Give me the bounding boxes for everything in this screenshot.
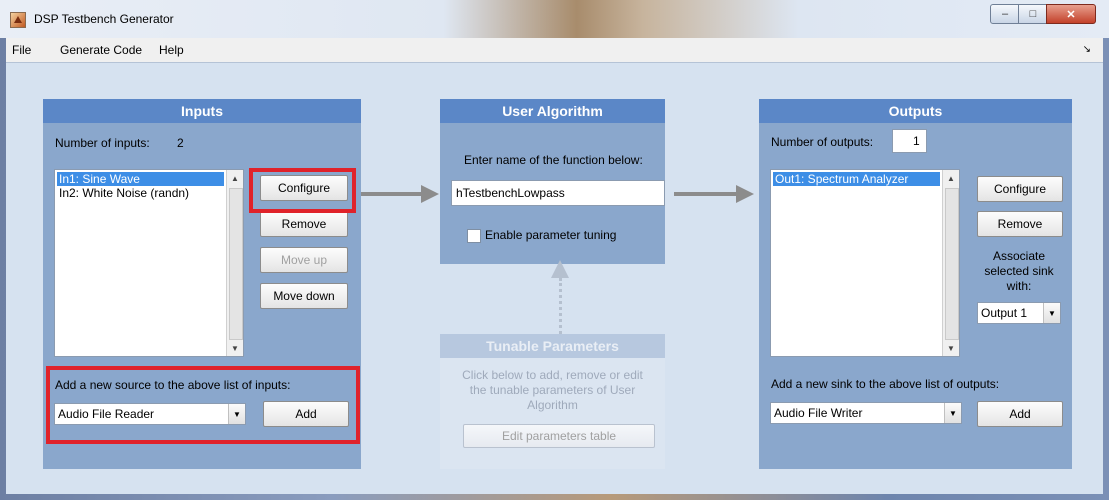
move-down-button[interactable]: Move down — [260, 283, 348, 309]
minimize-icon: – — [1001, 8, 1009, 20]
tuning-checkbox-label: Enable parameter tuning — [485, 228, 617, 242]
title-bar: DSP Testbench Generator – □ ✕ — [0, 0, 1109, 38]
menu-help[interactable]: Help — [159, 43, 184, 57]
flow-arrow-line — [361, 192, 423, 196]
outputs-remove-button[interactable]: Remove — [977, 211, 1063, 237]
list-item[interactable]: In2: White Noise (randn) — [57, 186, 189, 200]
tunable-panel: Tunable Parameters Click below to add, r… — [440, 334, 665, 469]
menu-bar: File Generate Code Help ↘ — [6, 38, 1103, 63]
flow-arrow-line — [674, 192, 738, 196]
chevron-down-icon[interactable]: ▼ — [1043, 303, 1060, 323]
sink-type-value: Audio File Writer — [774, 406, 863, 420]
close-icon: ✕ — [1066, 8, 1076, 21]
inputs-count-label: Number of inputs: — [55, 136, 150, 150]
output-select[interactable]: Output 1 ▼ — [977, 302, 1061, 324]
algorithm-prompt: Enter name of the function below: — [464, 153, 643, 167]
algorithm-panel: User Algorithm Enter name of the functio… — [440, 99, 665, 264]
list-item[interactable]: Out1: Spectrum Analyzer — [773, 172, 940, 186]
outputs-add-label: Add a new sink to the above list of outp… — [771, 377, 1000, 391]
associate-label-line: with: — [1006, 279, 1032, 293]
menu-overflow-icon[interactable]: ↘ — [1083, 44, 1091, 55]
move-up-button[interactable]: Move up — [260, 247, 348, 273]
maximize-icon: □ — [1029, 8, 1037, 20]
window-title: DSP Testbench Generator — [34, 12, 174, 26]
outputs-count-label: Number of outputs: — [771, 135, 874, 149]
outputs-list[interactable]: Out1: Spectrum Analyzer ▲ ▼ — [770, 169, 960, 357]
function-name-input[interactable]: hTestbenchLowpass — [451, 180, 665, 206]
outputs-count-field[interactable]: 1 — [892, 129, 927, 153]
dotted-connector — [559, 278, 562, 334]
outputs-scrollbar[interactable]: ▲ ▼ — [942, 170, 959, 356]
arrow-up-icon — [551, 260, 569, 278]
tunable-header: Tunable Parameters — [440, 334, 665, 358]
associate-label-line: selected sink — [984, 264, 1054, 278]
add-source-highlight — [46, 366, 360, 444]
menu-file[interactable]: File — [12, 43, 31, 57]
function-name-value: hTestbenchLowpass — [456, 186, 565, 200]
outputs-add-button[interactable]: Add — [977, 401, 1063, 427]
inputs-header: Inputs — [43, 99, 361, 123]
associate-label-line: Associate — [992, 249, 1046, 263]
output-select-value: Output 1 — [981, 306, 1028, 320]
inputs-list[interactable]: In1: Sine Wave In2: White Noise (randn) … — [54, 169, 244, 357]
configure-highlight — [249, 168, 356, 213]
scroll-down-icon[interactable]: ▼ — [943, 340, 959, 356]
scroll-up-icon[interactable]: ▲ — [943, 170, 959, 186]
inputs-scrollbar[interactable]: ▲ ▼ — [226, 170, 243, 356]
scroll-thumb[interactable] — [945, 188, 959, 340]
menu-generate-code[interactable]: Generate Code — [60, 43, 142, 57]
scroll-up-icon[interactable]: ▲ — [227, 170, 243, 186]
tunable-description-line: the tunable parameters of User — [469, 383, 636, 397]
matlab-icon — [10, 12, 26, 28]
outputs-header: Outputs — [759, 99, 1072, 123]
maximize-button[interactable]: □ — [1018, 4, 1048, 24]
sink-type-select[interactable]: Audio File Writer ▼ — [770, 402, 962, 424]
inputs-count-value: 2 — [177, 136, 184, 150]
app-window: DSP Testbench Generator – □ ✕ File Gener… — [0, 0, 1109, 500]
edit-parameters-button[interactable]: Edit parameters table — [463, 424, 655, 448]
outputs-count-value: 1 — [913, 134, 920, 148]
arrow-right-icon — [421, 185, 439, 203]
tunable-description-line: Click below to add, remove or edit — [462, 368, 643, 382]
close-button[interactable]: ✕ — [1046, 4, 1096, 24]
list-item[interactable]: In1: Sine Wave — [57, 172, 224, 186]
inputs-remove-button[interactable]: Remove — [260, 211, 348, 237]
outputs-panel: Outputs Number of outputs: 1 Out1: Spect… — [759, 99, 1072, 469]
outputs-configure-button[interactable]: Configure — [977, 176, 1063, 202]
scroll-down-icon[interactable]: ▼ — [227, 340, 243, 356]
minimize-button[interactable]: – — [990, 4, 1020, 24]
scroll-thumb[interactable] — [229, 188, 243, 340]
tunable-description-line: Algorithm — [527, 398, 578, 412]
arrow-right-icon — [736, 185, 754, 203]
algorithm-header: User Algorithm — [440, 99, 665, 123]
chevron-down-icon[interactable]: ▼ — [944, 403, 961, 423]
main-content: Inputs Number of inputs: 2 In1: Sine Wav… — [6, 62, 1103, 494]
tuning-checkbox[interactable] — [467, 229, 481, 243]
